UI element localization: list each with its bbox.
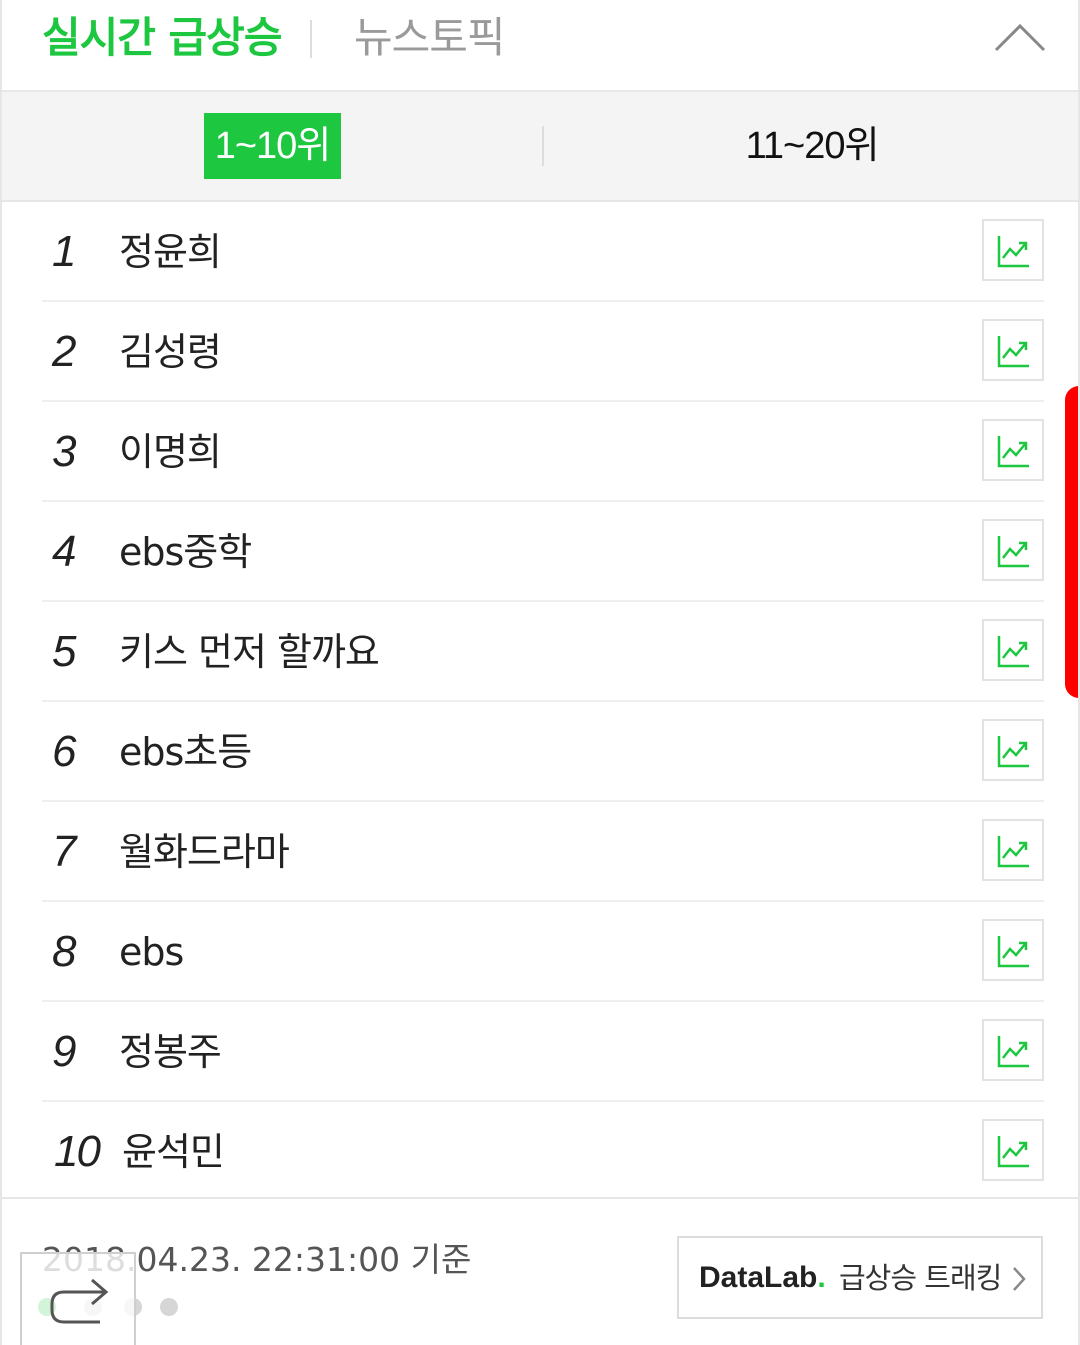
trend-chart-icon <box>997 836 1029 868</box>
list-item[interactable]: 4 ebs중학 <box>42 502 1044 602</box>
tab-realtime-rising[interactable]: 실시간 급상승 <box>42 8 282 68</box>
keyword-link[interactable]: 정봉주 <box>119 1002 222 1102</box>
trend-chart-icon <box>997 736 1029 768</box>
rank-number: 8 <box>52 927 77 976</box>
keyword-link[interactable]: 김성령 <box>119 302 222 402</box>
trend-chart-icon <box>997 936 1029 968</box>
keyword-link[interactable]: 키스 먼저 할까요 <box>119 602 380 702</box>
trend-chart-icon <box>997 1136 1029 1168</box>
realtime-search-panel: 실시간 급상승 뉴스토픽 1~10위 11~20위 1 정윤희 2 김성령 3 … <box>0 0 1080 1345</box>
trend-button[interactable] <box>982 219 1044 281</box>
chevron-up-icon <box>994 23 1046 52</box>
datalab-logo: DataLab. <box>699 1238 826 1318</box>
rank-number: 5 <box>52 627 77 676</box>
list-item[interactable]: 2 김성령 <box>42 302 1044 402</box>
list-item[interactable]: 9 정봉주 <box>42 1002 1044 1102</box>
trend-button[interactable] <box>982 419 1044 481</box>
trend-chart-icon <box>997 1036 1029 1068</box>
chevron-right-icon <box>1013 1267 1026 1291</box>
share-arrow-icon <box>50 1278 109 1324</box>
trend-chart-icon <box>997 336 1029 368</box>
keyword-link[interactable]: ebs중학 <box>119 502 252 602</box>
trend-button[interactable] <box>982 919 1044 981</box>
keyword-link[interactable]: 윤석민 <box>122 1102 225 1202</box>
trend-chart-icon <box>997 236 1029 268</box>
keyword-link[interactable]: 월화드라마 <box>119 802 290 902</box>
ranking-list: 1 정윤희 2 김성령 3 이명희 4 ebs중학 5 키스 먼저 할까요 6 … <box>2 202 1078 1202</box>
keyword-link[interactable]: 이명희 <box>119 402 222 502</box>
list-item[interactable]: 5 키스 먼저 할까요 <box>42 602 1044 702</box>
datalab-dot: . <box>817 1261 826 1294</box>
tab-divider <box>310 20 312 58</box>
trend-button[interactable] <box>982 319 1044 381</box>
keyword-link[interactable]: ebs초등 <box>119 702 252 802</box>
range-tab-1-10[interactable]: 1~10위 <box>204 113 341 179</box>
trend-chart-icon <box>997 536 1029 568</box>
trend-button[interactable] <box>982 619 1044 681</box>
list-item[interactable]: 3 이명희 <box>42 402 1044 502</box>
keyword-link[interactable]: 정윤희 <box>119 202 222 302</box>
top-tabs: 실시간 급상승 뉴스토픽 <box>2 0 1078 92</box>
page-dot[interactable] <box>160 1298 178 1316</box>
rank-number: 10 <box>54 1127 101 1176</box>
scroll-indicator[interactable] <box>1065 386 1078 698</box>
trend-button[interactable] <box>982 1019 1044 1081</box>
rank-number: 2 <box>52 327 77 376</box>
trend-button[interactable] <box>982 1119 1044 1181</box>
rank-number: 7 <box>52 827 77 876</box>
trend-chart-icon <box>997 636 1029 668</box>
rank-number: 9 <box>52 1027 77 1076</box>
divider <box>2 1197 1078 1199</box>
trend-chart-icon <box>997 436 1029 468</box>
keyword-link[interactable]: ebs <box>119 902 184 1002</box>
collapse-button[interactable] <box>990 14 1050 64</box>
list-item[interactable]: 1 정윤희 <box>42 202 1044 302</box>
rank-number: 4 <box>52 527 77 576</box>
datalab-tracking-button[interactable]: DataLab. 급상승 트래킹 <box>677 1236 1043 1319</box>
datalab-brand-text: DataLab <box>699 1261 818 1294</box>
list-item[interactable]: 10 윤석민 <box>42 1102 1044 1202</box>
trend-button[interactable] <box>982 719 1044 781</box>
rank-number: 6 <box>52 727 77 776</box>
rank-number: 3 <box>52 427 77 476</box>
rank-range-selector: 1~10위 11~20위 <box>2 92 1078 202</box>
datalab-label: 급상승 트래킹 <box>839 1261 1002 1295</box>
range-tab-11-20[interactable]: 11~20위 <box>702 113 922 179</box>
tab-news-topic[interactable]: 뉴스토픽 <box>354 8 506 68</box>
trend-button[interactable] <box>982 819 1044 881</box>
list-item[interactable]: 8 ebs <box>42 902 1044 1002</box>
trend-button[interactable] <box>982 519 1044 581</box>
list-item[interactable]: 6 ebs초등 <box>42 702 1044 802</box>
share-button[interactable] <box>20 1252 136 1345</box>
rank-number: 1 <box>52 227 77 276</box>
range-divider <box>542 126 544 166</box>
list-item[interactable]: 7 월화드라마 <box>42 802 1044 902</box>
